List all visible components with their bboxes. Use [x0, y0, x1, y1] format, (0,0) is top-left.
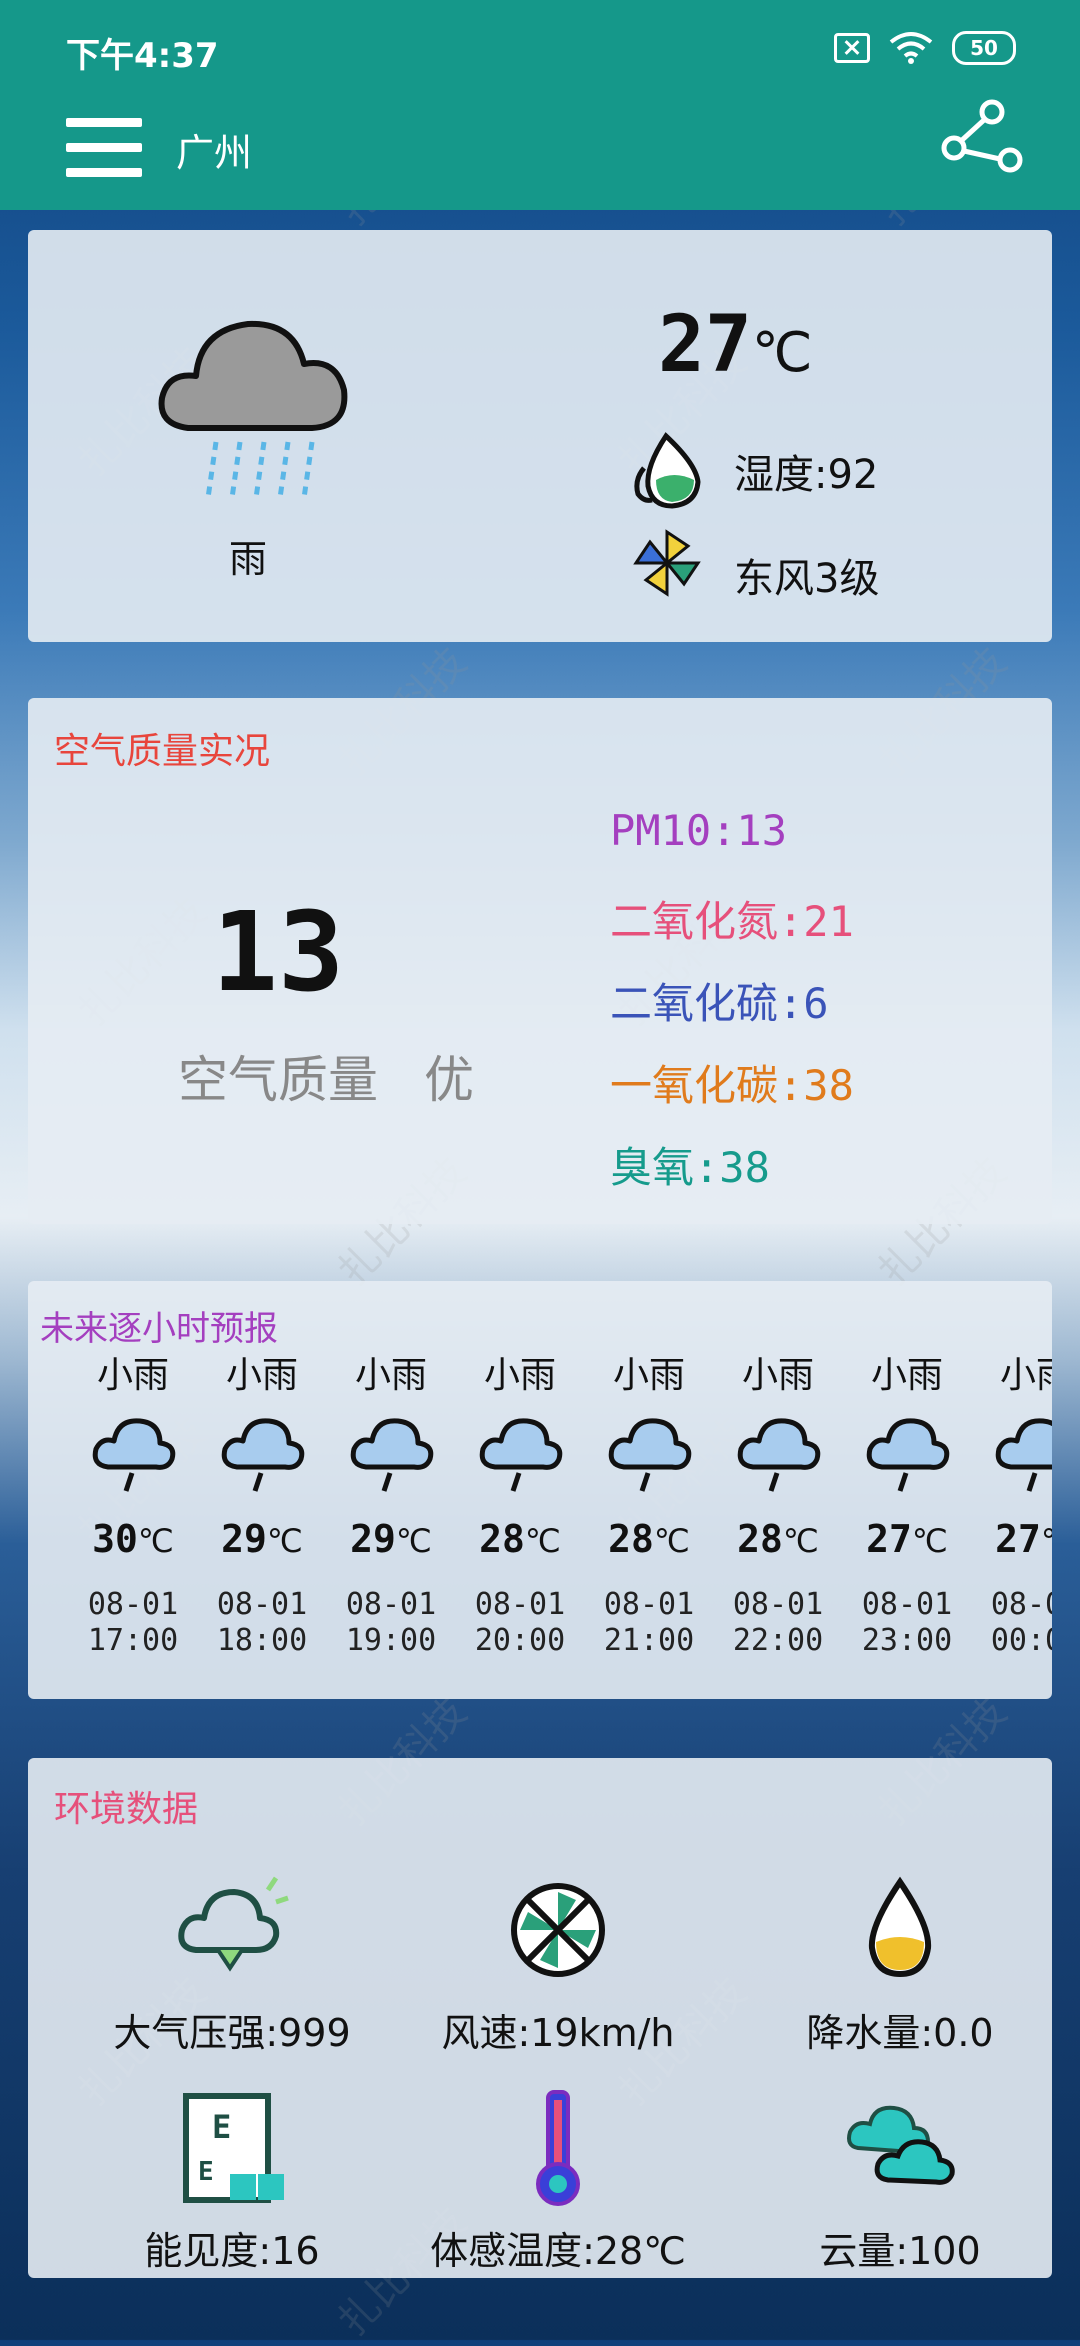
water-drop-icon [868, 1876, 932, 1978]
forecast-temperature: 28℃ [608, 1517, 690, 1561]
svg-text:E: E [198, 2157, 214, 2187]
light-rain-icon [608, 1418, 692, 1492]
feels-like-value: 体感温度:28℃ [430, 2229, 686, 2273]
svg-text:E: E [212, 2108, 231, 2146]
cloud-item: 云量:100 [750, 2088, 1050, 2275]
air-quality-card: 空气质量实况 13 空气质量 优 PM10:13 二氧化氮:21 二氧化硫:6 … [28, 698, 1052, 1224]
forecast-datetime: 08-01 23:00 [861, 1587, 953, 1658]
forecast-condition: 小雨 [612, 1355, 685, 1396]
forecast-datetime: 08-01 22:00 [732, 1587, 824, 1658]
notification-icon [834, 33, 870, 63]
air-quality-title: 空气质量实况 [54, 731, 271, 772]
pressure-value: 大气压强:999 [113, 2011, 351, 2055]
rain-cloud-icon [158, 320, 348, 499]
wifi-icon [889, 32, 933, 64]
hourly-forecast-card: 未来逐小时预报 小雨 30℃ 08-01 17:00 小雨 29℃ 08-01 18… [28, 1281, 1052, 1699]
light-rain-icon [221, 1418, 305, 1492]
forecast-item[interactable]: 小雨 29℃ 08-01 19:00 [326, 1351, 456, 1659]
forecast-condition: 小雨 [999, 1355, 1052, 1396]
status-icons: 50 [834, 30, 1016, 66]
wind-value: 东风3级 [734, 556, 880, 602]
forecast-temperature: 27℃ [995, 1517, 1052, 1561]
forecast-condition: 小雨 [483, 1355, 556, 1396]
light-rain-icon [737, 1418, 821, 1492]
wind-icon [633, 529, 701, 597]
forecast-datetime: 08-01 19:00 [345, 1587, 437, 1658]
current-weather-card: 雨 27℃ 湿度:92 东风3级 [28, 230, 1052, 642]
precipitation-value: 降水量:0.0 [806, 2011, 994, 2055]
forecast-item[interactable]: 小雨 27℃ 08-0200:00 [971, 1351, 1052, 1659]
environment-title: 环境数据 [54, 1789, 199, 1830]
forecast-condition: 小雨 [96, 1355, 169, 1396]
forecast-item[interactable]: 小雨 28℃ 08-01 21:00 [584, 1351, 714, 1659]
wind-speed-item: 风速:19km/h [408, 1870, 708, 2057]
forecast-datetime: 08-01 18:00 [216, 1587, 308, 1658]
cloud-value: 云量:100 [819, 2229, 981, 2273]
forecast-title: 未来逐小时预报 [40, 1309, 278, 1349]
forecast-datetime: 08-01 21:00 [603, 1587, 695, 1658]
light-rain-icon [479, 1418, 563, 1492]
forecast-item[interactable]: 小雨 28℃ 08-01 22:00 [713, 1351, 843, 1659]
share-icon[interactable] [938, 98, 1028, 188]
pollutant-co: 一氧化碳:38 [610, 1061, 854, 1110]
forecast-temperature: 28℃ [737, 1517, 819, 1561]
forecast-temperature: 30℃ [92, 1517, 174, 1561]
forecast-temperature: 28℃ [479, 1517, 561, 1561]
forecast-temperature: 27℃ [866, 1517, 948, 1561]
pollutant-o3: 臭氧:38 [610, 1143, 770, 1192]
eye-chart-icon: E E [183, 2093, 284, 2203]
forecast-item[interactable]: 小雨 29℃ 08-01 18:00 [197, 1351, 327, 1659]
forecast-item[interactable]: 小雨 27℃ 08-01 23:00 [842, 1351, 972, 1659]
cloud-icon [847, 2105, 955, 2185]
light-rain-icon [92, 1418, 176, 1492]
pollutant-no2: 二氧化氮:21 [610, 897, 854, 946]
light-rain-icon [866, 1418, 950, 1492]
visibility-value: 能见度:16 [144, 2229, 320, 2273]
forecast-datetime: 08-0200:00 [990, 1587, 1052, 1658]
pollutant-so2: 二氧化硫:6 [610, 979, 829, 1028]
light-rain-icon [350, 1418, 434, 1492]
forecast-condition: 小雨 [741, 1355, 814, 1396]
city-title[interactable]: 广州 [176, 122, 252, 177]
humidity-value: 湿度:92 [734, 452, 879, 498]
forecast-condition: 小雨 [870, 1355, 943, 1396]
feels-like-item: 体感温度:28℃ [408, 2088, 708, 2275]
forecast-temperature: 29℃ [350, 1517, 432, 1561]
visibility-item: E E 能见度:16 [82, 2088, 382, 2275]
forecast-condition: 小雨 [354, 1355, 427, 1396]
status-bar: 下午4:37 50 [0, 0, 1080, 98]
environment-card: 环境数据 大气压强:999 风速:19km/h 降水量:0.0 E E 能见度:… [28, 1758, 1052, 2278]
pressure-icon [178, 1876, 289, 1972]
wind-speed-value: 风速:19km/h [441, 2011, 675, 2055]
current-temperature: 27℃ [658, 300, 813, 390]
precipitation-item: 降水量:0.0 [750, 1870, 1050, 2057]
light-rain-icon [995, 1418, 1052, 1492]
forecast-strip[interactable]: 小雨 30℃ 08-01 17:00 小雨 29℃ 08-01 18:00 小雨 2… [28, 1351, 1052, 1691]
forecast-item[interactable]: 小雨 28℃ 08-01 20:00 [455, 1351, 585, 1659]
status-time: 下午4:37 [66, 36, 219, 76]
forecast-datetime: 08-01 17:00 [87, 1587, 179, 1658]
app-bar: 广州 [0, 98, 1080, 210]
fan-icon [511, 1883, 605, 1977]
humidity-icon [634, 432, 701, 509]
forecast-temperature: 29℃ [221, 1517, 303, 1561]
thermometer-icon [536, 2090, 580, 2206]
forecast-datetime: 08-01 20:00 [474, 1587, 566, 1658]
aqi-quality: 优 [424, 1051, 474, 1109]
menu-icon[interactable] [66, 116, 142, 180]
pressure-item: 大气压强:999 [82, 1870, 382, 2057]
current-condition: 雨 [228, 537, 267, 581]
aqi-label: 空气质量 [178, 1051, 378, 1109]
pollutant-pm10: PM10:13 [610, 806, 788, 855]
aqi-value: 13 [211, 888, 345, 1016]
forecast-item[interactable]: 小雨 30℃ 08-01 17:00 [68, 1351, 198, 1659]
forecast-condition: 小雨 [225, 1355, 298, 1396]
battery-icon: 50 [952, 31, 1016, 65]
